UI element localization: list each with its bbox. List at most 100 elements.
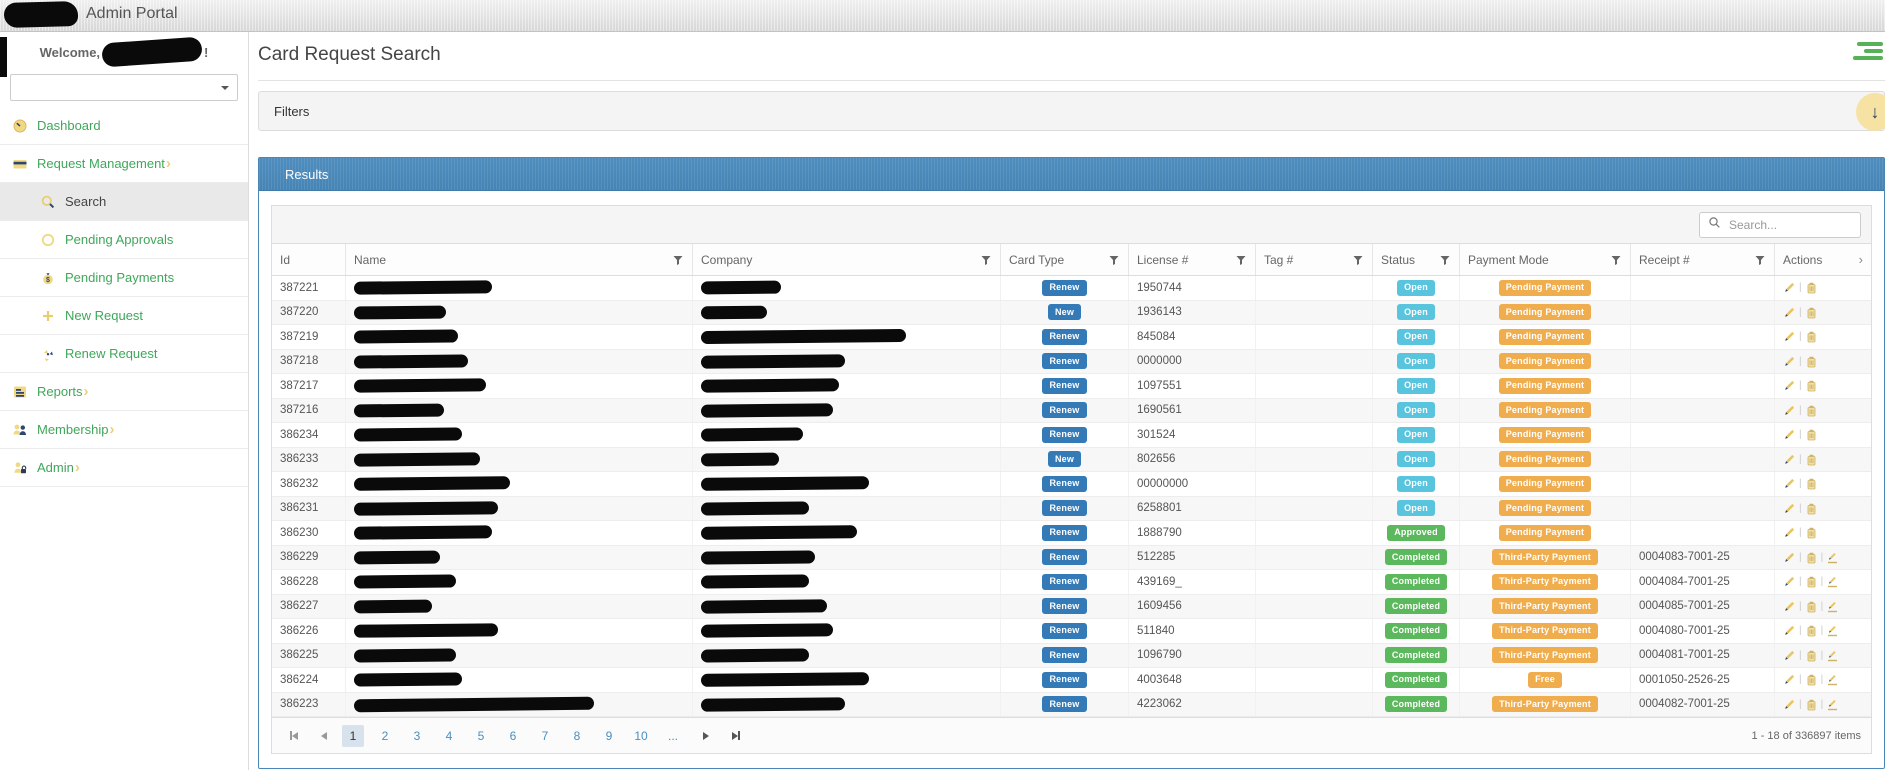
page-button-8[interactable]: 8 [566,725,588,747]
page-button-5[interactable]: 5 [470,725,492,747]
card-type-badge: Renew [1042,622,1087,639]
sidebar-item-membership[interactable]: Membership › [0,411,248,449]
welcome-message: Welcome, ! [0,32,248,72]
column-header-receipt[interactable]: Receipt # [1631,244,1775,275]
filter-icon[interactable] [1610,254,1622,266]
column-header-actions[interactable]: Actions › [1775,244,1871,275]
delete-icon[interactable] [1805,600,1818,613]
edit-icon[interactable] [1783,428,1796,441]
edit-icon[interactable] [1783,575,1796,588]
column-header-tag[interactable]: Tag # [1256,244,1373,275]
main-content: Card Request Search Filters ↓ Results Id… [250,32,1885,770]
sidebar-item-request-management[interactable]: Request Management › [0,145,248,183]
column-header-card[interactable]: Card Type [1001,244,1129,275]
page-button-3[interactable]: 3 [406,725,428,747]
edit-icon[interactable] [1783,477,1796,490]
edit-icon[interactable] [1783,698,1796,711]
delete-icon[interactable] [1805,673,1818,686]
column-header-id[interactable]: Id [272,244,346,275]
edit-icon[interactable] [1783,673,1796,686]
first-page-button[interactable] [282,725,306,747]
page-ellipsis[interactable]: ... [662,725,684,747]
filter-icon[interactable] [672,254,684,266]
filter-icon[interactable] [980,254,992,266]
filter-icon[interactable] [1352,254,1364,266]
sign-icon[interactable] [1826,649,1839,662]
delete-icon[interactable] [1805,575,1818,588]
delete-icon[interactable] [1805,477,1818,490]
delete-icon[interactable] [1805,330,1818,343]
delete-icon[interactable] [1805,453,1818,466]
cell-company [693,300,1001,324]
search-input[interactable] [1729,217,1844,232]
edit-icon[interactable] [1783,600,1796,613]
delete-icon[interactable] [1805,526,1818,539]
column-header-license[interactable]: License # [1129,244,1256,275]
delete-icon[interactable] [1805,355,1818,368]
edit-icon[interactable] [1783,526,1796,539]
last-page-button[interactable] [724,725,748,747]
delete-icon[interactable] [1805,404,1818,417]
sign-icon[interactable] [1826,551,1839,564]
page-button-2[interactable]: 2 [374,725,396,747]
delete-icon[interactable] [1805,281,1818,294]
edit-icon[interactable] [1783,502,1796,515]
redacted-company [700,623,834,638]
edit-icon[interactable] [1783,355,1796,368]
sign-icon[interactable] [1826,575,1839,588]
filter-icon[interactable] [1235,254,1247,266]
grid-search[interactable] [1699,211,1861,238]
payment-mode-badge: Third-Party Payment [1492,647,1598,664]
delete-icon[interactable] [1805,698,1818,711]
edit-icon[interactable] [1783,624,1796,637]
edit-icon[interactable] [1783,306,1796,319]
filters-expand-button[interactable]: ↓ [1856,93,1885,131]
page-button-9[interactable]: 9 [598,725,620,747]
page-button-1[interactable]: 1 [342,724,364,747]
edit-icon[interactable] [1783,379,1796,392]
filter-icon[interactable] [1754,254,1766,266]
delete-icon[interactable] [1805,306,1818,319]
edit-icon[interactable] [1783,551,1796,564]
cell-company [693,545,1001,569]
page-button-7[interactable]: 7 [534,725,556,747]
edit-icon[interactable] [1783,404,1796,417]
edit-icon[interactable] [1783,649,1796,662]
page-button-6[interactable]: 6 [502,725,524,747]
next-page-button[interactable] [694,725,718,747]
sidebar-item-new-request[interactable]: New Request [0,297,248,335]
sign-icon[interactable] [1826,698,1839,711]
sidebar-item-search[interactable]: Search [0,183,248,221]
sidebar-item-reports[interactable]: Reports › [0,373,248,411]
column-header-status[interactable]: Status [1373,244,1460,275]
sign-icon[interactable] [1826,673,1839,686]
delete-icon[interactable] [1805,649,1818,662]
edit-icon[interactable] [1783,330,1796,343]
previous-page-button[interactable] [312,725,336,747]
edit-icon[interactable] [1783,453,1796,466]
delete-icon[interactable] [1805,428,1818,441]
edit-icon[interactable] [1783,281,1796,294]
sidebar-item-renew-request[interactable]: Renew Request [0,335,248,373]
page-button-4[interactable]: 4 [438,725,460,747]
page-button-10[interactable]: 10 [630,725,652,747]
filter-icon[interactable] [1108,254,1120,266]
delete-icon[interactable] [1805,502,1818,515]
column-header-company[interactable]: Company [693,244,1001,275]
sidebar-item-pending-payments[interactable]: $ Pending Payments [0,259,248,297]
delete-icon[interactable] [1805,551,1818,564]
sidebar-item-dashboard[interactable]: Dashboard [0,107,248,145]
sign-icon[interactable] [1826,624,1839,637]
sidebar-item-pending-approvals[interactable]: Pending Approvals [0,221,248,259]
delete-icon[interactable] [1805,624,1818,637]
sidebar-dropdown[interactable] [10,74,238,101]
sign-icon[interactable] [1826,600,1839,613]
column-header-payment[interactable]: Payment Mode [1460,244,1631,275]
table-row: 386230 Renew 1888790 Approved Pending Paymen… [272,521,1871,546]
delete-icon[interactable] [1805,379,1818,392]
column-header-name[interactable]: Name [346,244,693,275]
table-row: 386224 Renew 4003648 Completed Free 0001050-2… [272,668,1871,693]
menu-toggle-icon[interactable] [1853,42,1883,63]
sidebar-item-admin[interactable]: Admin › [0,449,248,487]
filter-icon[interactable] [1439,254,1451,266]
